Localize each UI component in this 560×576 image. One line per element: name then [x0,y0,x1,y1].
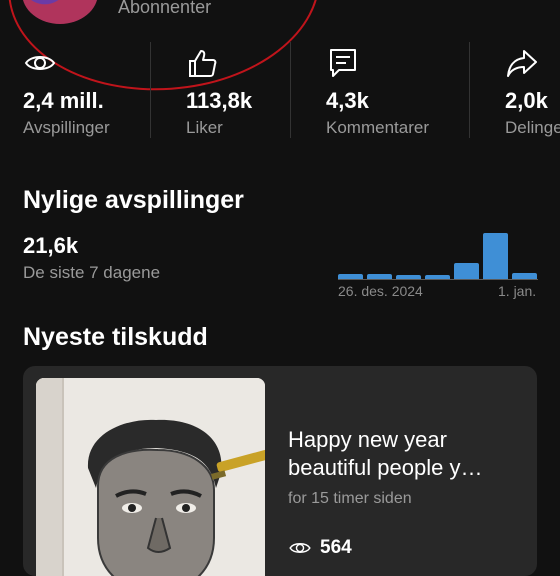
chart-bar [367,274,392,279]
stat-value: 4,3k [326,88,369,113]
recent-plays-value: 21,6k [23,233,79,258]
stat-divider [150,42,151,138]
chart-tick-label: 1. jan. [498,283,537,299]
latest-uploads-title: Nyeste tilskudd [23,323,208,351]
stat-label: Kommentarer [326,118,429,137]
video-thumbnail[interactable] [36,378,265,576]
chart-bar [454,263,479,279]
video-views: 564 [288,537,352,559]
stat-divider [290,42,291,138]
stat-label: Delinger [505,118,560,137]
chart-bar [483,233,508,279]
eye-icon [24,56,56,70]
drawing-image [36,378,265,576]
stat-value: 2,0k [505,88,548,113]
stat-value: 2,4 mill. [23,88,104,113]
share-icon [507,50,537,77]
stat-label: Liker [186,118,223,137]
recent-plays-chart[interactable]: 26. des. 2024 1. jan. [338,228,538,304]
recent-plays-subtitle: De siste 7 dagene [23,263,161,282]
stat-views[interactable]: 2,4 mill. Avspillinger [23,44,143,140]
comment-icon [330,49,356,77]
eye-icon [289,543,311,553]
chart-bar [425,275,450,279]
stat-value: 113,8k [186,88,253,113]
chart-bar [512,273,537,279]
recent-plays-title: Nylige avspillinger [23,186,244,214]
video-views-count: 564 [320,537,352,558]
stat-shares[interactable]: 2,0k Delinger [505,44,560,140]
stat-likes[interactable]: 113,8k Liker [186,44,286,140]
stat-comments[interactable]: 4,3k Kommentarer [326,44,456,140]
chart-bar [396,275,421,279]
latest-upload-card[interactable]: Happy new year beautiful people y… for 1… [23,366,537,576]
video-timestamp: for 15 timer siden [288,490,412,507]
chart-bar [338,274,363,279]
thumbs-up-icon [189,50,217,77]
chart-tick-label: 26. des. 2024 [338,283,423,299]
video-title[interactable]: Happy new year beautiful people y… [288,426,528,482]
chart-baseline [338,279,538,280]
stat-divider [469,42,470,138]
stat-label: Avspillinger [23,118,110,137]
